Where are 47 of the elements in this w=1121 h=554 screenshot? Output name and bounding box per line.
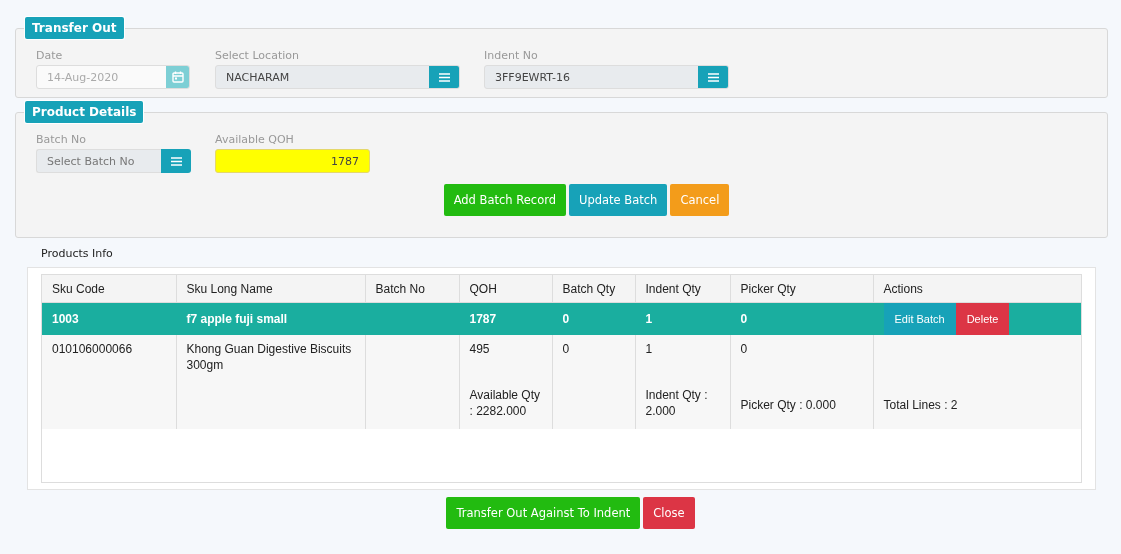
- action-button[interactable]: Add Batch Record: [443, 184, 566, 216]
- summary-cell: Available Qty : 2282.000: [469, 388, 540, 418]
- column-header: Batch No: [365, 275, 459, 303]
- column-header: Picker Qty: [730, 275, 873, 303]
- table-cell: 1: [645, 342, 653, 356]
- menu-icon[interactable]: [698, 66, 728, 88]
- indent-field[interactable]: 3FF9EWRT-16: [484, 65, 729, 89]
- location-field[interactable]: NACHARAM: [215, 65, 460, 89]
- column-header: Sku Long Name: [176, 275, 365, 303]
- table-row[interactable]: 010106000066 Khong Guan Digestive Biscuits 300gm 495 0 1 0: [42, 335, 1081, 381]
- table-cell: 0: [740, 312, 748, 326]
- table-cell: f7 apple fuji small: [186, 312, 288, 326]
- column-header: QOH: [459, 275, 552, 303]
- menu-icon[interactable]: [429, 66, 459, 88]
- table-cell: Khong Guan Digestive Biscuits 300gm: [186, 342, 352, 372]
- row-action-button[interactable]: Delete: [955, 303, 1010, 335]
- table-cell: 0: [562, 312, 570, 326]
- action-button[interactable]: Transfer Out Against To Indent: [446, 497, 641, 529]
- summary-cell: Total Lines : 2: [883, 398, 958, 412]
- column-header: Sku Code: [42, 275, 176, 303]
- batch-field[interactable]: Select Batch No: [36, 149, 161, 173]
- field-label: Indent No: [484, 49, 539, 63]
- field-label: Date: [36, 49, 64, 63]
- menu-icon[interactable]: [161, 149, 191, 173]
- section-legend: Product Details: [25, 101, 144, 123]
- table-cell: 0: [740, 342, 748, 356]
- qoh-field[interactable]: 1787: [215, 149, 370, 173]
- table-cell: 1: [645, 312, 653, 326]
- summary-cell: Indent Qty : 2.000: [645, 388, 708, 418]
- table-cell: 495: [469, 342, 490, 356]
- table-cell: 010106000066: [52, 342, 133, 356]
- field-label: Available QOH: [215, 133, 295, 147]
- table-cell: 1003: [52, 312, 79, 326]
- field-label: Batch No: [36, 133, 88, 147]
- summary-cell: Picker Qty : 0.000: [740, 398, 836, 412]
- field-label: Select Location: [215, 49, 300, 63]
- action-button[interactable]: Close: [643, 497, 695, 529]
- column-header: Batch Qty: [552, 275, 635, 303]
- table-row[interactable]: 1003 f7 apple fuji small 1787 0 1 0 Edit Batch Delete: [42, 302, 1081, 335]
- action-button[interactable]: Update Batch: [569, 184, 668, 216]
- section-title: Products Info: [41, 247, 114, 260]
- section-legend: Transfer Out: [25, 17, 124, 39]
- table-cell: 0: [562, 342, 570, 356]
- row-action-button[interactable]: Edit Batch: [883, 303, 956, 335]
- column-header: Indent Qty: [635, 275, 730, 303]
- table-cell: 1787: [469, 312, 497, 326]
- column-header: Actions: [873, 275, 1081, 303]
